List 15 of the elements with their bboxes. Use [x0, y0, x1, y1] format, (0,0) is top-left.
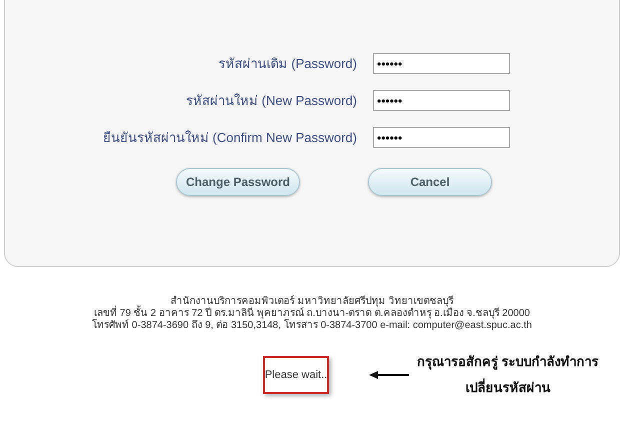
left-arrow-icon: [369, 371, 409, 379]
field-label: รหัสผ่านเดิม (Password): [218, 54, 357, 73]
change-password-button[interactable]: Change Password: [176, 168, 300, 196]
footer-text: สำนักงานบริการคอมพิวเตอร์ มหาวิทยาลัยศรีปทุม วิทยาเขตชลบุรี: [170, 296, 454, 307]
field-label: รหัสผ่านใหม่ (New Password): [185, 92, 357, 110]
status-note: กรุณารอสักครู่ ระบบกำลังทำการ: [417, 353, 599, 372]
cancel-button[interactable]: Cancel: [368, 168, 492, 196]
status-note: เปลี่ยนรหัสผ่าน: [465, 378, 550, 397]
password-field[interactable]: ••••••: [373, 90, 510, 111]
please-wait-text: Please wait..: [264, 368, 328, 383]
field-label: ยืนยันรหัสผ่านใหม่ (Confirm New Password): [102, 128, 357, 147]
footer-text: เลขที่ 79 ชั้น 2 อาคาร 72 ปี ดร.มาลินี พุคยาภรณ์ ถ.บางนา-ตราด ต.คลองตำหรุ อ.เมือง จ.ชลบุรี 20000: [94, 308, 530, 320]
password-field[interactable]: ••••••: [373, 127, 510, 148]
footer-text: โทรศัพท์ 0-3874-3690 ถึง 9, ต่อ 3150,3148, โทรสาร 0-3874-3700 e-mail: computer@east.spuc.ac.th: [92, 320, 532, 332]
password-field[interactable]: ••••••: [373, 53, 510, 74]
